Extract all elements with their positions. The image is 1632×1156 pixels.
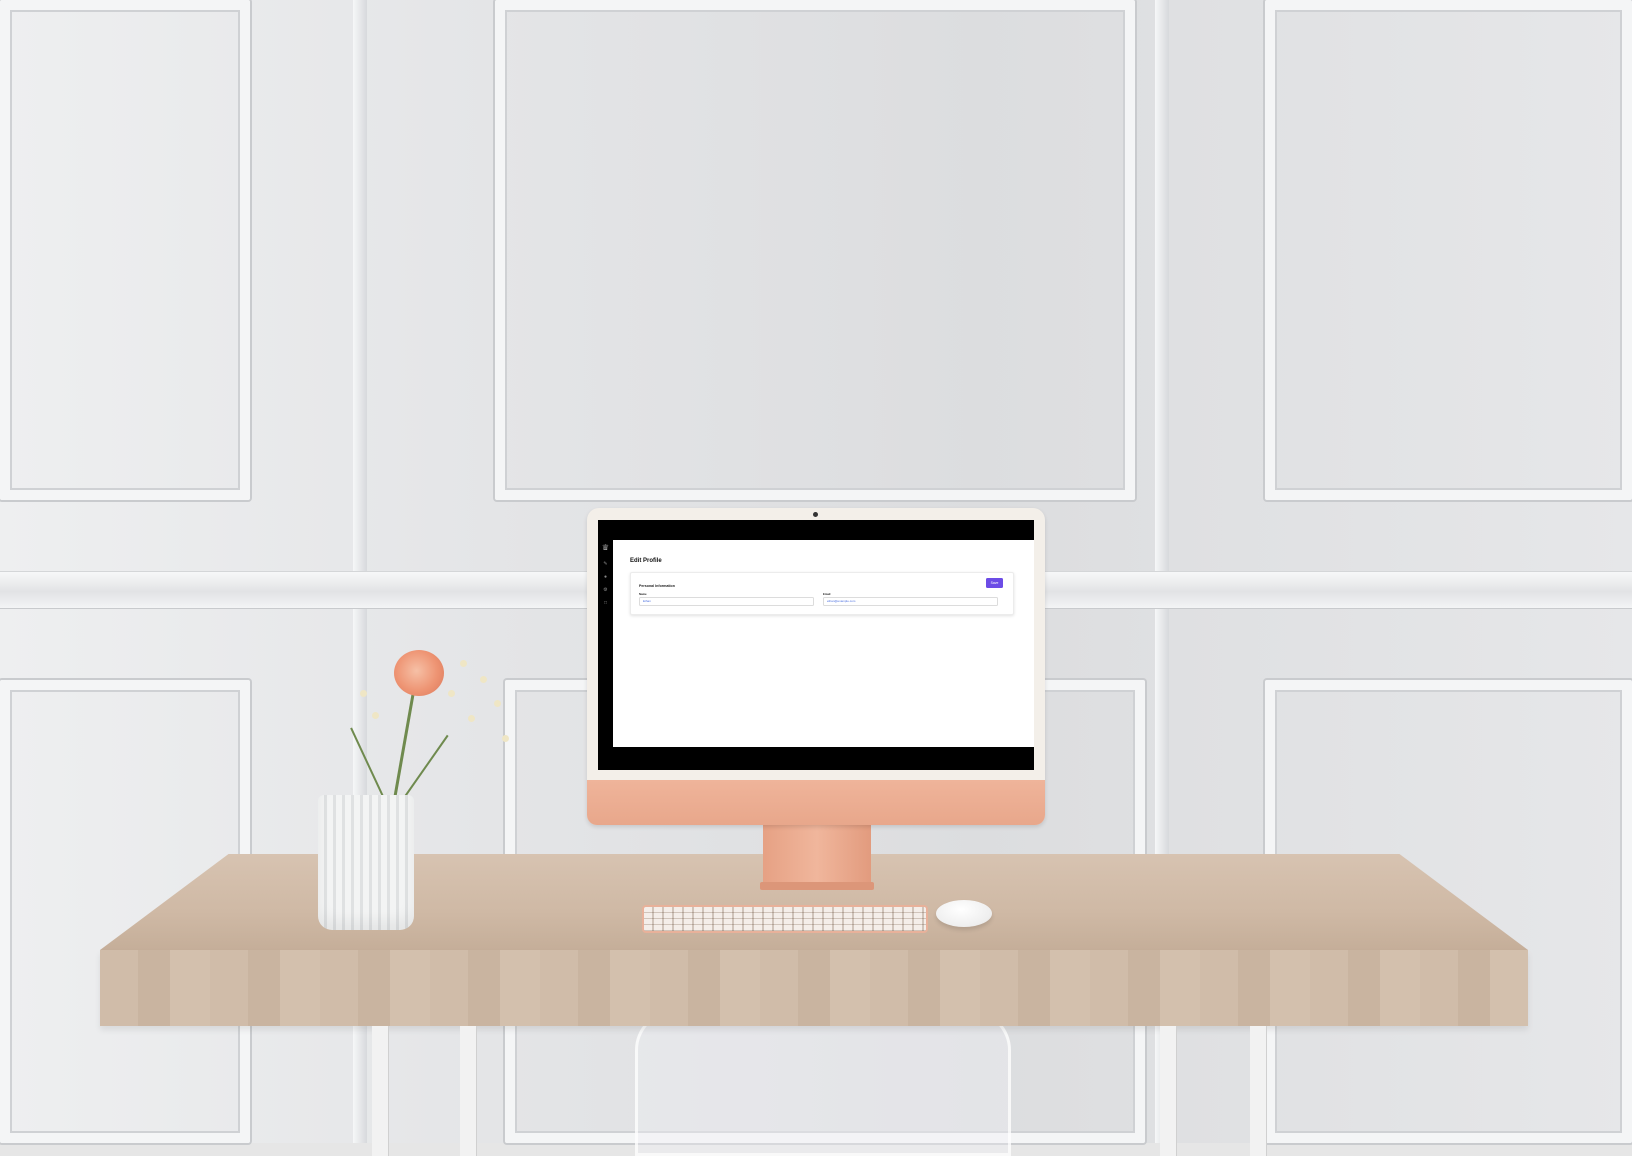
name-field-group: Name Ethan bbox=[639, 592, 814, 606]
desk-leg bbox=[1250, 1026, 1266, 1156]
main-content: Edit Profile Personal Information Save N… bbox=[613, 540, 1034, 747]
save-button[interactable]: Save bbox=[986, 578, 1003, 588]
wall-panel bbox=[495, 0, 1135, 500]
email-field-group: Email ethan@example.com bbox=[823, 592, 998, 606]
mouse bbox=[936, 900, 992, 927]
desk-edge bbox=[100, 950, 1528, 1026]
flower-bud bbox=[372, 712, 379, 719]
monitor-chin bbox=[587, 780, 1045, 825]
page-title: Edit Profile bbox=[630, 558, 662, 564]
flower-bud bbox=[502, 735, 509, 742]
acrylic-chair bbox=[635, 1010, 1011, 1156]
edit-icon[interactable]: ✎ bbox=[603, 562, 607, 567]
webcam-icon bbox=[813, 512, 818, 517]
flower-bud bbox=[494, 700, 501, 707]
flower-bud bbox=[360, 690, 367, 697]
flower-bud bbox=[480, 676, 487, 683]
desk-leg bbox=[460, 1026, 476, 1156]
keyboard bbox=[642, 905, 928, 933]
email-field[interactable]: ethan@example.com bbox=[823, 597, 998, 606]
card-title: Personal Information bbox=[639, 584, 675, 588]
flower-bud bbox=[460, 660, 467, 667]
carnation-flower bbox=[394, 650, 444, 696]
monitor-screen: ♕ ✎ ● ⚙ □ Edit Profile Personal Informat… bbox=[598, 520, 1034, 770]
app-window: ♕ ✎ ● ⚙ □ Edit Profile Personal Informat… bbox=[598, 540, 1034, 747]
settings-icon[interactable]: ⚙ bbox=[603, 588, 607, 593]
sidebar: ♕ ✎ ● ⚙ □ bbox=[598, 540, 613, 747]
email-label: Email bbox=[823, 592, 831, 596]
flower-bud bbox=[448, 690, 455, 697]
flower-bud bbox=[468, 715, 475, 722]
glass-vase bbox=[318, 795, 414, 930]
name-field[interactable]: Ethan bbox=[639, 597, 814, 606]
personal-info-card: Personal Information Save Name Ethan Ema… bbox=[630, 572, 1014, 615]
wall-panel bbox=[1265, 0, 1632, 500]
monitor-stand bbox=[763, 825, 871, 887]
wall-panel bbox=[0, 0, 250, 500]
monitor-stand-foot bbox=[760, 882, 874, 890]
desk-leg bbox=[1160, 1026, 1176, 1156]
logo-icon[interactable]: ♕ bbox=[602, 544, 609, 552]
name-label: Name bbox=[639, 592, 647, 596]
desk-leg bbox=[372, 1026, 388, 1156]
user-icon[interactable]: ● bbox=[604, 575, 607, 580]
logout-icon[interactable]: □ bbox=[604, 601, 607, 606]
